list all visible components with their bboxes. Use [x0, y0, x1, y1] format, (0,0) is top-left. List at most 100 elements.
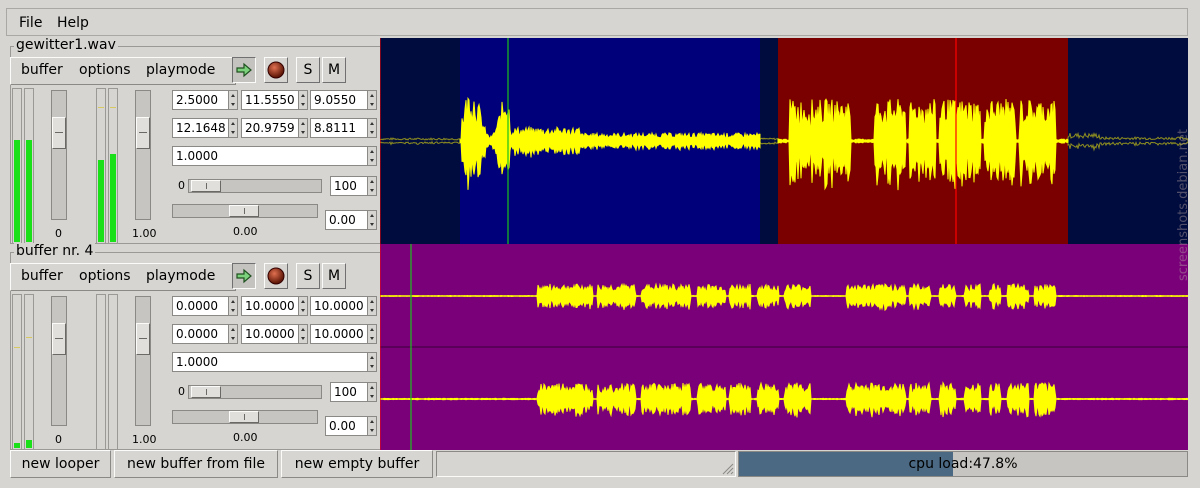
max-value: 100	[334, 179, 357, 193]
spin-arrows-icon[interactable]	[367, 353, 376, 371]
slider-value-field[interactable]: 0.00	[325, 210, 377, 230]
balance-slider[interactable]	[172, 410, 318, 424]
speed-value: 1.0000	[176, 355, 218, 369]
spin-arrows-icon[interactable]	[298, 297, 307, 315]
loop-start-field[interactable]: 2.5000	[172, 90, 238, 110]
loop-length-field[interactable]: 10.0000	[310, 296, 377, 316]
play-arrow-icon	[236, 62, 252, 78]
spin-arrows-icon[interactable]	[367, 147, 376, 165]
record-button[interactable]	[264, 263, 288, 289]
volume-slider[interactable]	[51, 296, 67, 426]
record-button[interactable]	[264, 57, 288, 83]
menubar: File Help	[0, 0, 1200, 38]
pan-slider-thumb[interactable]	[136, 117, 150, 149]
new-buffer-from-file-button[interactable]: new buffer from file	[114, 450, 278, 478]
spin-arrows-icon[interactable]	[367, 211, 376, 229]
position-slider[interactable]	[188, 385, 322, 399]
solo-button[interactable]: S	[296, 263, 320, 289]
buffer-menu[interactable]: buffer	[21, 268, 63, 284]
region-start-value: 12.1648	[176, 121, 226, 135]
spin-arrows-icon[interactable]	[367, 91, 376, 109]
region-end-value: 10.0000	[245, 327, 295, 341]
spin-arrows-icon[interactable]	[228, 119, 237, 137]
region-end-value: 20.9759	[245, 121, 295, 135]
max-field[interactable]: 100	[330, 176, 377, 196]
pan-slider[interactable]	[135, 90, 151, 220]
spin-arrows-icon[interactable]	[367, 177, 376, 195]
loop-start-value: 0.0000	[176, 299, 218, 313]
pan-slider[interactable]	[135, 296, 151, 426]
solo-button[interactable]: S	[296, 57, 320, 83]
balance-slider-thumb[interactable]	[229, 205, 259, 217]
loop-end-value: 10.0000	[245, 299, 295, 313]
resize-grip-icon[interactable]	[720, 461, 734, 475]
balance-label: 0.00	[233, 431, 258, 444]
pan-slider-thumb[interactable]	[136, 323, 150, 355]
options-menu[interactable]: options	[79, 62, 131, 78]
loop-end-field[interactable]: 10.0000	[241, 296, 308, 316]
spin-arrows-icon[interactable]	[298, 325, 307, 343]
looper-title: buffer nr. 4	[14, 243, 96, 259]
balance-slider-thumb[interactable]	[229, 411, 259, 423]
position-slider[interactable]	[188, 179, 322, 193]
region-end-field[interactable]: 10.0000	[241, 324, 308, 344]
region-length-field[interactable]: 10.0000	[310, 324, 377, 344]
spin-arrows-icon[interactable]	[367, 383, 376, 401]
volume-slider[interactable]	[51, 90, 67, 220]
spin-arrows-icon[interactable]	[228, 325, 237, 343]
spin-arrows-icon[interactable]	[367, 417, 376, 435]
volume-slider-thumb[interactable]	[52, 323, 66, 355]
balance-slider[interactable]	[172, 204, 318, 218]
waveform-view-1[interactable]	[380, 38, 1188, 244]
mute-button[interactable]: M	[322, 57, 346, 83]
slider-value-field[interactable]: 0.00	[325, 416, 377, 436]
loop-length-field[interactable]: 9.0550	[310, 90, 377, 110]
level-meter	[96, 88, 106, 244]
mute-button[interactable]: M	[322, 263, 346, 289]
max-field[interactable]: 100	[330, 382, 377, 402]
spin-arrows-icon[interactable]	[367, 297, 376, 315]
waveform-canvas-1[interactable]	[380, 38, 1188, 244]
playmode-menu[interactable]: playmode	[146, 268, 215, 284]
play-button[interactable]	[232, 57, 256, 83]
volume-slider-thumb[interactable]	[52, 117, 66, 149]
looper-panel-2: buffer nr. 4 buffer options playmode S M…	[10, 243, 380, 450]
speed-field[interactable]: 1.0000	[172, 352, 377, 372]
loop-start-value: 2.5000	[176, 93, 218, 107]
waveform-view-2[interactable]	[380, 244, 1188, 450]
looper-panel-1: gewitter1.wav buffer options playmode S …	[10, 37, 380, 244]
menu-help[interactable]: Help	[57, 15, 89, 31]
looper-title: gewitter1.wav	[14, 37, 118, 53]
cpu-load-label: cpu load:47.8%	[908, 456, 1018, 472]
level-meter	[108, 294, 118, 450]
loop-start-field[interactable]: 0.0000	[172, 296, 238, 316]
level-meter	[96, 294, 106, 450]
region-end-field[interactable]: 20.9759	[241, 118, 308, 138]
new-empty-buffer-button[interactable]: new empty buffer	[281, 450, 433, 478]
region-start-field[interactable]: 12.1648	[172, 118, 238, 138]
level-meter	[24, 294, 34, 450]
options-menu[interactable]: options	[79, 268, 131, 284]
loop-end-field[interactable]: 11.5550	[241, 90, 308, 110]
region-length-field[interactable]: 8.8111	[310, 118, 377, 138]
menu-file[interactable]: File	[19, 15, 42, 31]
spin-arrows-icon[interactable]	[228, 297, 237, 315]
buffer-menu[interactable]: buffer	[21, 62, 63, 78]
position-slider-thumb[interactable]	[191, 386, 221, 398]
new-looper-button[interactable]: new looper	[10, 450, 111, 478]
region-start-field[interactable]: 0.0000	[172, 324, 238, 344]
play-button[interactable]	[232, 263, 256, 289]
waveform-canvas-2[interactable]	[380, 244, 1188, 450]
speed-field[interactable]: 1.0000	[172, 146, 377, 166]
level-meter	[12, 294, 22, 450]
playmode-menu[interactable]: playmode	[146, 62, 215, 78]
position-slider-thumb[interactable]	[191, 180, 221, 192]
slider-value: 0.00	[329, 213, 356, 227]
spin-arrows-icon[interactable]	[367, 325, 376, 343]
menubar-frame: File Help	[6, 8, 1188, 36]
spin-arrows-icon[interactable]	[367, 119, 376, 137]
spin-arrows-icon[interactable]	[228, 91, 237, 109]
spin-arrows-icon[interactable]	[298, 119, 307, 137]
max-value: 100	[334, 385, 357, 399]
spin-arrows-icon[interactable]	[298, 91, 307, 109]
